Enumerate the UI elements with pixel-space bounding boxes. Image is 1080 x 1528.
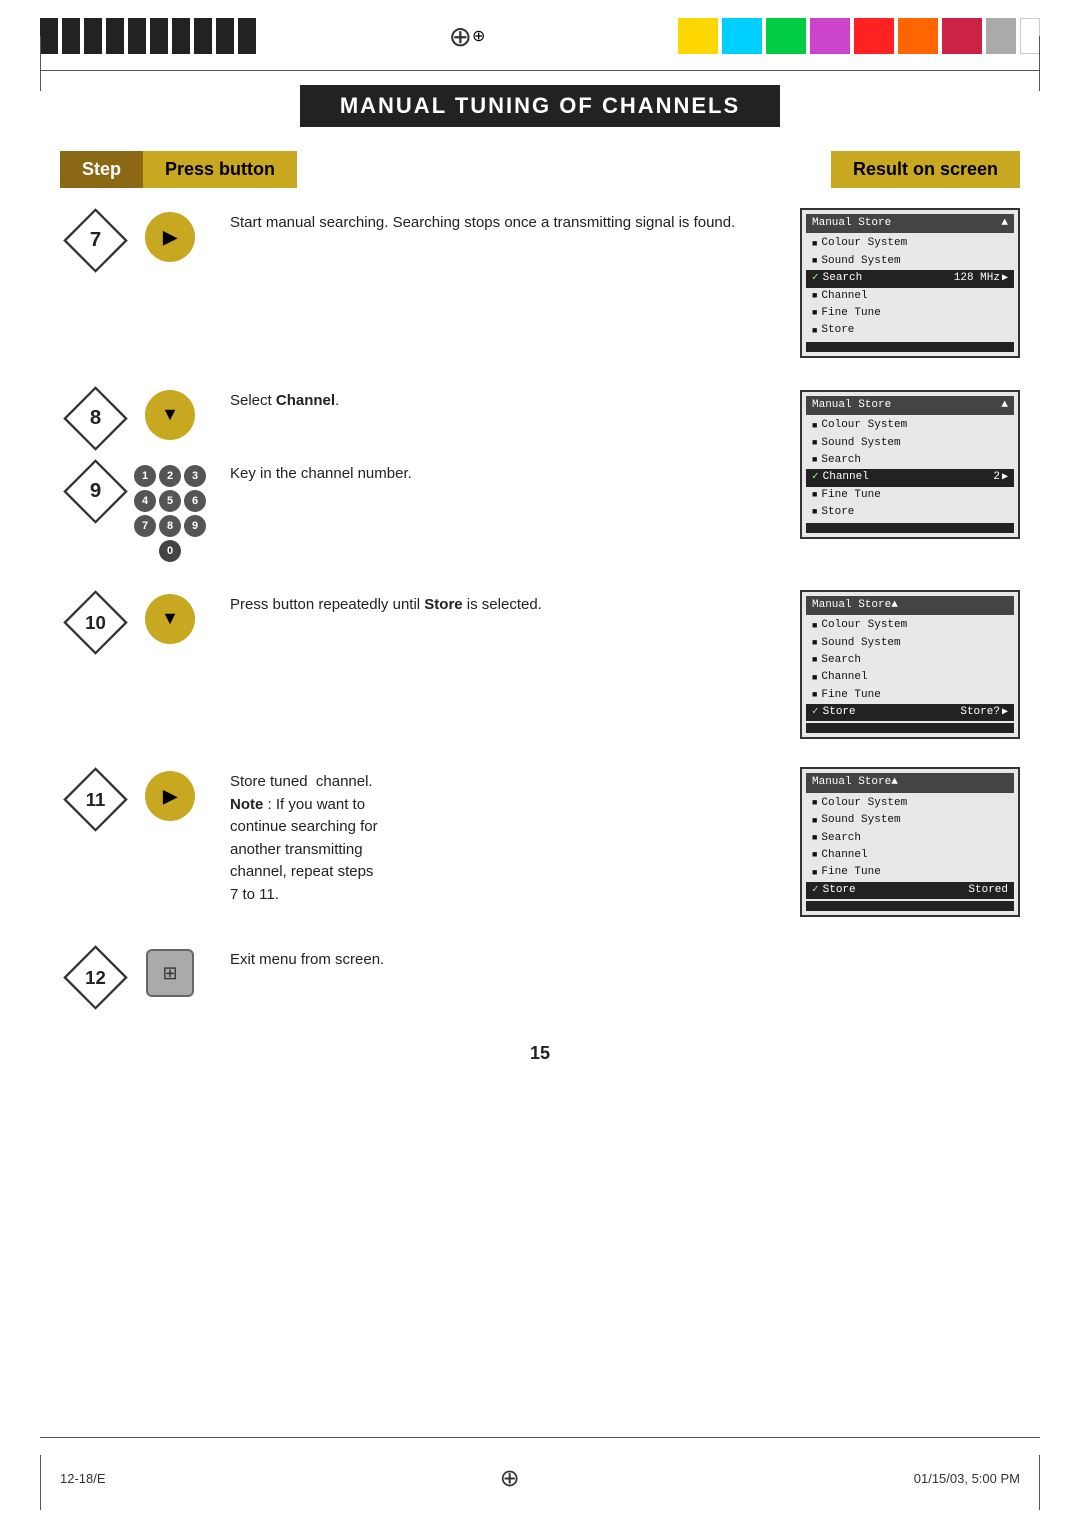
numpad: 1 2 3 4 5 6 7 8 9	[134, 461, 206, 562]
step-row-12: 12 ⊞ Exit menu from screen.	[60, 945, 1020, 1015]
svg-text:7: 7	[89, 229, 100, 251]
step-9-number: 9	[60, 459, 130, 524]
bottom-left-line	[40, 1455, 41, 1510]
bottom-right-line	[1039, 1455, 1040, 1510]
screen-7-header: Manual Store▲	[806, 214, 1014, 233]
screen-10-item-4: ■Channel	[806, 669, 1014, 686]
press-button-header: Press button	[143, 151, 297, 188]
step-11-number: 11	[60, 767, 130, 832]
screen-10-item-6: ✓StoreStore?▶	[806, 704, 1014, 721]
top-decorative-bar: ⊕	[0, 18, 1080, 54]
screen-8-item-2: ■Sound System	[806, 435, 1014, 452]
screen-7: Manual Store▲ ■Colour System ■Sound Syst…	[800, 208, 1020, 358]
crosshair-top: ⊕	[449, 18, 485, 54]
step-12-text: Exit menu from screen.	[210, 945, 1020, 972]
result-on-screen-header: Result on screen	[831, 151, 1020, 188]
step-row-10: 10 ▼ Press button repeatedly until Store…	[60, 590, 1020, 740]
screen-7-item-1: ■Colour System	[806, 235, 1014, 252]
crosshair-bottom: ⊕	[500, 1464, 520, 1493]
step-12-button[interactable]: ⊞	[130, 945, 210, 997]
screen-8: Manual Store▲ ■Colour System ■Sound Syst…	[800, 390, 1020, 540]
svg-text:8: 8	[89, 407, 100, 429]
step-row-7: 7 ▶ Start manual searching. Searching st…	[60, 208, 1020, 358]
menu-button-12[interactable]: ⊞	[146, 949, 194, 997]
down-button-8[interactable]: ▼	[145, 390, 195, 440]
step-8-number: 8	[60, 386, 130, 451]
step-11-button[interactable]: ▶	[130, 767, 210, 821]
screen-8-item-5: ■Fine Tune	[806, 487, 1014, 504]
svg-text:12: 12	[85, 967, 106, 988]
page-footer: 12-18/E ⊕ 01/15/03, 5:00 PM	[60, 1464, 1020, 1493]
column-headers: Step Press button Result on screen	[60, 151, 1020, 188]
main-content: Manual Tuning of Channels Step Press but…	[60, 85, 1020, 1428]
screen-7-item-5: ■Fine Tune	[806, 305, 1014, 322]
footer-right: 01/15/03, 5:00 PM	[914, 1471, 1020, 1486]
screen-11-item-3: ■Search	[806, 830, 1014, 847]
step-7-text: Start manual searching. Searching stops …	[210, 208, 800, 235]
step-10-text: Press button repeatedly until Store is s…	[210, 590, 800, 617]
top-divider	[40, 70, 1040, 71]
bottom-divider	[40, 1437, 1040, 1438]
step-7-button[interactable]: ▶	[130, 208, 210, 262]
svg-text:10: 10	[85, 612, 106, 633]
step-8-button[interactable]: ▼	[130, 386, 210, 440]
screen-11-item-4: ■Channel	[806, 847, 1014, 864]
screen-10: Manual Store▲ ■Colour System ■Sound Syst…	[800, 590, 1020, 740]
screen-10-item-3: ■Search	[806, 652, 1014, 669]
screen-8-item-4: ✓Channel2 ▶	[806, 469, 1014, 486]
step-9-numpad: 1 2 3 4 5 6 7 8 9	[130, 459, 210, 562]
screen-10-item-1: ■Colour System	[806, 617, 1014, 634]
screen-8-item-6: ■Store	[806, 504, 1014, 521]
screen-11-item-1: ■Colour System	[806, 795, 1014, 812]
screen-11-header: Manual Store▲	[806, 773, 1014, 792]
step-header: Step	[60, 151, 143, 188]
color-bars-right	[678, 18, 1040, 54]
screen-7-item-6: ■Store	[806, 322, 1014, 339]
screen-7-item-2: ■Sound System	[806, 253, 1014, 270]
step-12-number: 12	[60, 945, 130, 1010]
screen-11-item-5: ■Fine Tune	[806, 864, 1014, 881]
screen-7-item-4: ■Channel	[806, 288, 1014, 305]
black-bars-left	[40, 18, 256, 54]
screen-7-item-3: ✓Search128 MHz ▶	[806, 270, 1014, 287]
step-7-number: 7	[60, 208, 130, 273]
footer-left: 12-18/E	[60, 1471, 106, 1486]
step-9-text: Key in the channel number.	[210, 459, 800, 486]
page-title: Manual Tuning of Channels	[300, 85, 780, 127]
screen-11-item-6: ✓StoreStored	[806, 882, 1014, 899]
step-11-text: Store tuned channel. Note : If you want …	[210, 767, 800, 906]
svg-text:11: 11	[85, 789, 105, 810]
screen-8-header: Manual Store▲	[806, 396, 1014, 415]
screen-11-item-2: ■Sound System	[806, 812, 1014, 829]
step-row-11: 11 ▶ Store tuned channel. Note : If you …	[60, 767, 1020, 917]
forward-button-7[interactable]: ▶	[145, 212, 195, 262]
screen-8-item-1: ■Colour System	[806, 417, 1014, 434]
step-sub-row-9: 9 1 2 3 4 5 6	[60, 459, 800, 562]
forward-button-11[interactable]: ▶	[145, 771, 195, 821]
step-sub-row-8: 8 ▼ Select Channel.	[60, 386, 800, 451]
screen-11: Manual Store▲ ■Colour System ■Sound Syst…	[800, 767, 1020, 917]
step-8-text: Select Channel.	[210, 386, 800, 413]
page-title-area: Manual Tuning of Channels	[60, 85, 1020, 127]
page-number: 15	[60, 1043, 1020, 1064]
screen-10-item-2: ■Sound System	[806, 635, 1014, 652]
screen-8-item-3: ■Search	[806, 452, 1014, 469]
step-10-number: 10	[60, 590, 130, 655]
down-button-10[interactable]: ▼	[145, 594, 195, 644]
step-10-button[interactable]: ▼	[130, 590, 210, 644]
step-row-8-9: 8 ▼ Select Channel. 9	[60, 386, 1020, 562]
screen-10-header: Manual Store▲	[806, 596, 1014, 615]
screen-10-item-5: ■Fine Tune	[806, 687, 1014, 704]
svg-text:9: 9	[89, 480, 100, 502]
